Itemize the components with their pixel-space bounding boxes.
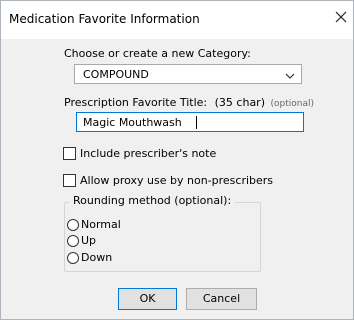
rounding-normal-radio[interactable] — [67, 219, 79, 231]
text-caret — [196, 116, 197, 129]
rounding-down-label[interactable]: Down — [81, 251, 112, 264]
favorite-title-label: Prescription Favorite Title: (35 char) (… — [64, 96, 314, 109]
ok-button[interactable]: OK — [118, 288, 177, 310]
rounding-up-radio[interactable] — [67, 235, 79, 247]
close-icon[interactable] — [333, 9, 349, 25]
favorite-title-optional: (optional) — [270, 99, 315, 109]
category-label: Choose or create a new Category: — [64, 47, 251, 60]
favorite-title-limit: (35 char) — [214, 96, 265, 109]
prescriber-note-label[interactable]: Include prescriber's note — [80, 147, 216, 160]
rounding-method-legend: Rounding method (optional): — [69, 194, 236, 207]
dialog-title: Medication Favorite Information — [9, 12, 200, 26]
category-select[interactable]: COMPOUND — [74, 64, 302, 84]
favorite-title-label-text: Prescription Favorite Title: — [64, 96, 208, 109]
proxy-use-checkbox[interactable] — [63, 174, 76, 187]
rounding-down-radio[interactable] — [67, 252, 79, 264]
rounding-up-label[interactable]: Up — [81, 234, 96, 247]
medication-favorite-dialog: Medication Favorite Information Choose o… — [0, 0, 354, 320]
title-bar: Medication Favorite Information — [1, 1, 353, 39]
category-selected-value: COMPOUND — [83, 68, 149, 81]
prescriber-note-checkbox[interactable] — [63, 147, 76, 160]
favorite-title-value: Magic Mouthwash — [83, 116, 182, 129]
favorite-title-input[interactable]: Magic Mouthwash — [76, 112, 304, 132]
proxy-use-label[interactable]: Allow proxy use by non-prescribers — [80, 174, 273, 187]
rounding-normal-label[interactable]: Normal — [81, 218, 121, 231]
cancel-button[interactable]: Cancel — [186, 288, 257, 310]
chevron-down-icon — [285, 70, 295, 79]
